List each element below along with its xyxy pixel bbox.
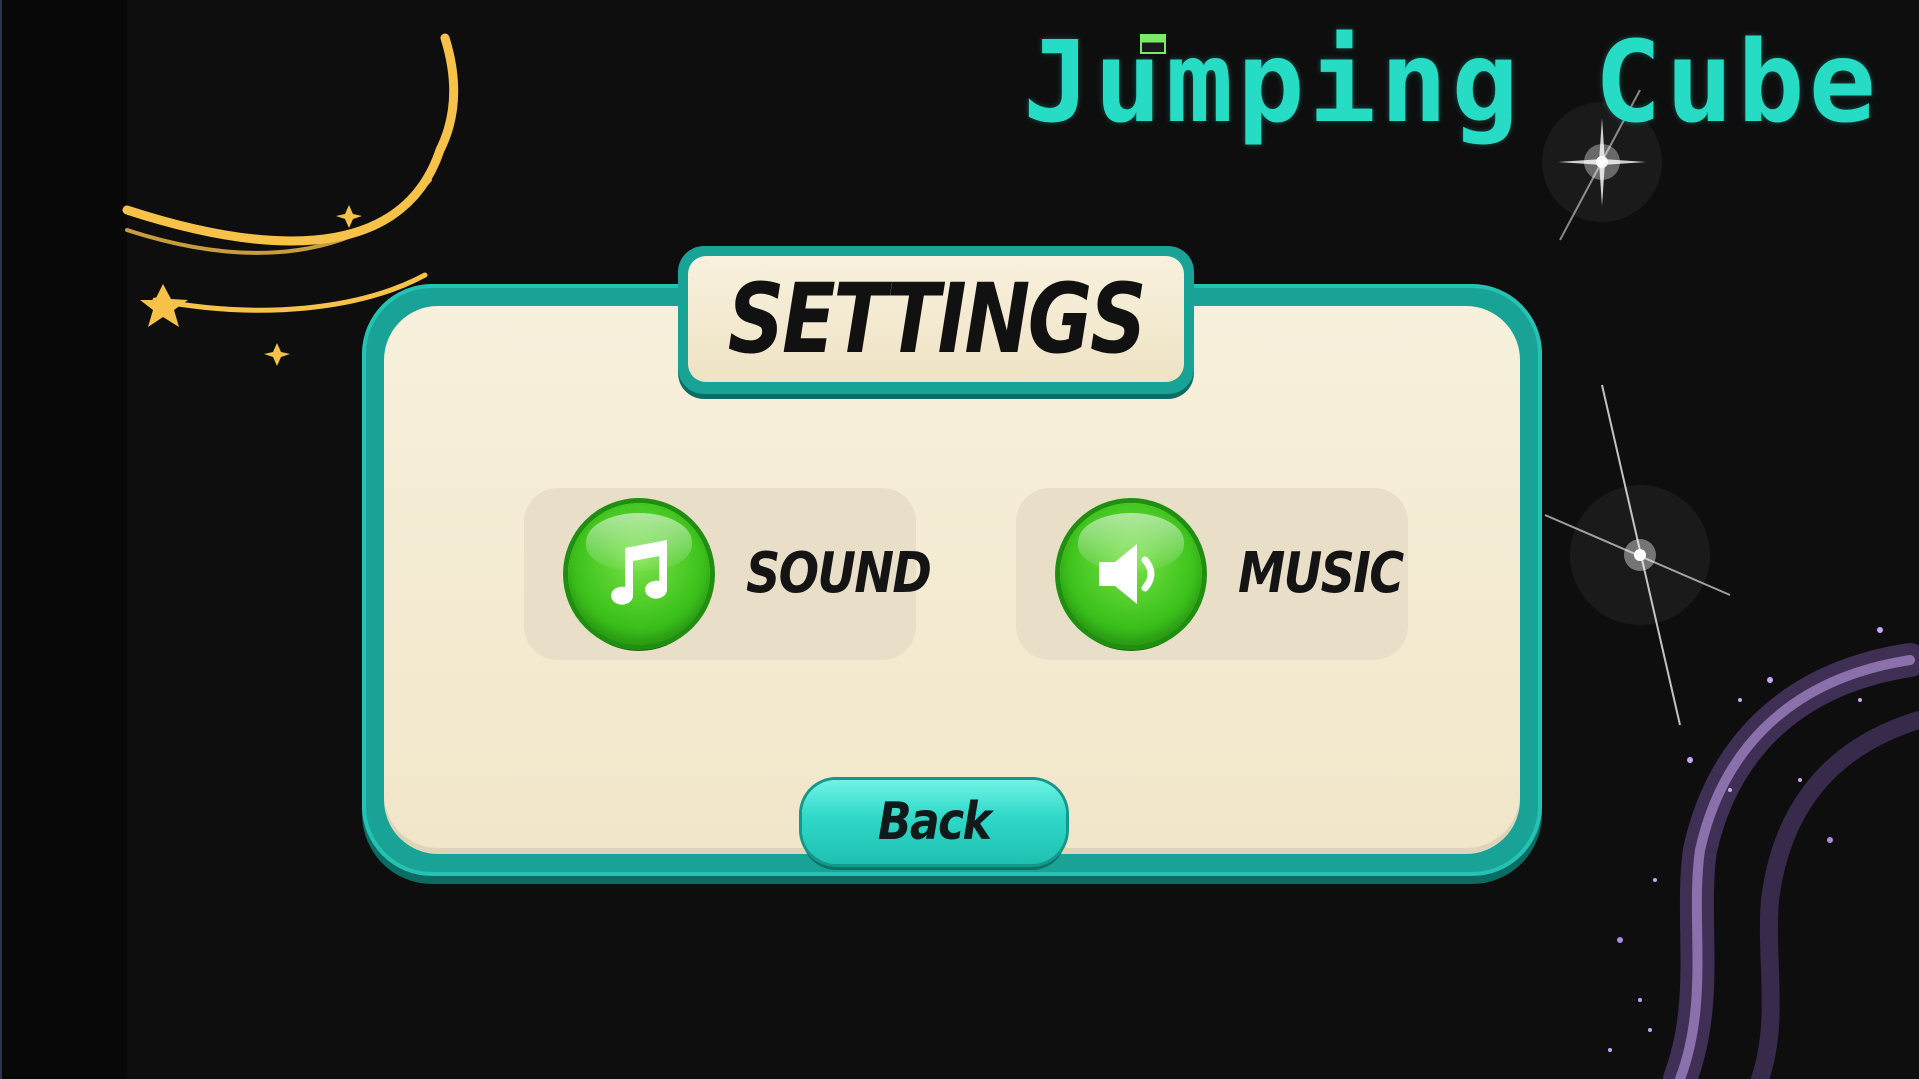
back-button[interactable]: Back: [802, 780, 1066, 864]
settings-title: SETTINGS: [727, 263, 1147, 375]
settings-header-plate: SETTINGS: [688, 256, 1184, 382]
game-title: Jumping Cube: [1022, 18, 1880, 148]
sound-label: SOUND: [746, 541, 932, 606]
music-option[interactable]: MUSIC: [1016, 488, 1408, 660]
gold-sparkle-icon: [336, 205, 362, 228]
music-note-icon: [611, 540, 667, 605]
back-label: Back: [877, 792, 992, 852]
purple-sparkle-trail: [1608, 627, 1919, 1079]
music-toggle-button[interactable]: [1060, 503, 1202, 645]
settings-screen: Jumping Cube SETTINGS SOUND MUSIC Back: [0, 0, 1919, 1079]
gold-sparkle-icon: [264, 343, 290, 366]
sound-toggle-button[interactable]: [568, 503, 710, 645]
lens-flare-decoration: [1542, 89, 1731, 726]
speaker-icon: [1099, 544, 1155, 604]
music-label: MUSIC: [1238, 541, 1404, 606]
settings-header-tab: SETTINGS: [678, 246, 1194, 394]
cube-logo-icon: [1140, 34, 1166, 54]
sound-option[interactable]: SOUND: [524, 488, 932, 660]
